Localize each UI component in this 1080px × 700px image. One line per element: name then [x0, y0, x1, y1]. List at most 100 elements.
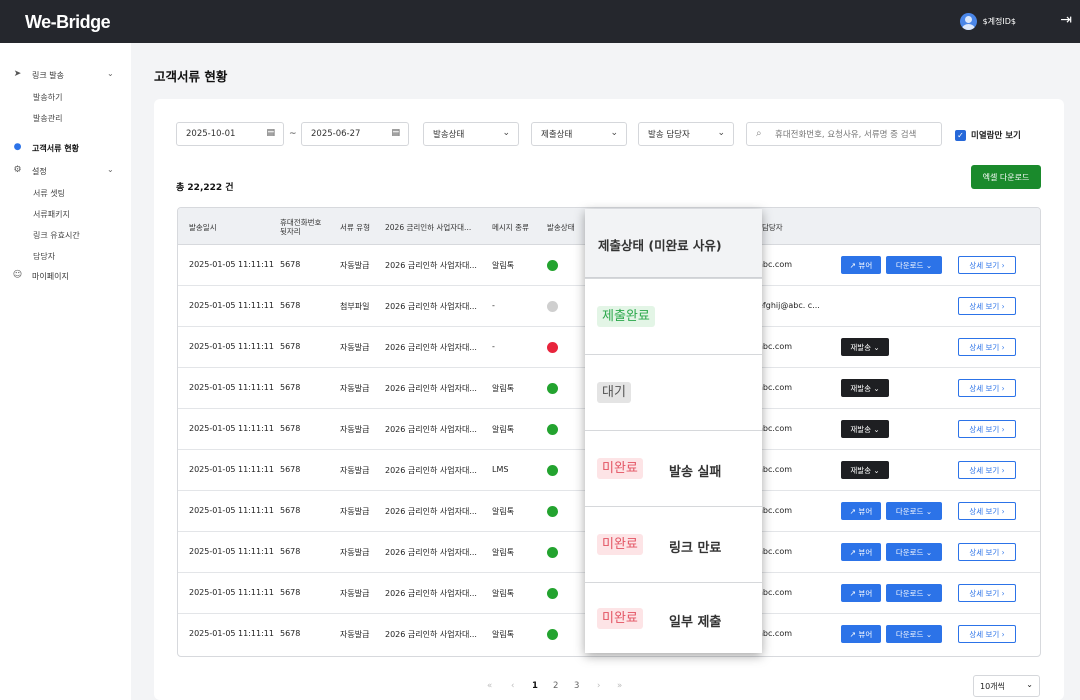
external-link-icon: ↗ — [849, 260, 859, 270]
cell-doc-type: 자동발급 — [340, 589, 370, 598]
check-icon: ✓ — [955, 129, 966, 141]
status-dot — [547, 342, 558, 353]
download-button[interactable]: 다운로드 ⌄ — [886, 584, 942, 602]
user-settings-icon: ☺ — [12, 270, 23, 280]
detail-button[interactable]: 상세 보기 › — [958, 625, 1016, 643]
sidebar-subitem-link-validity[interactable]: 링크 유효시간 — [33, 230, 80, 241]
gear-icon: ⚙ — [13, 165, 22, 175]
chevron-right-icon: › — [999, 342, 1005, 352]
status-dot — [547, 629, 558, 640]
cell-manager: abc.com — [758, 547, 793, 556]
page-1[interactable]: 1 — [532, 681, 538, 691]
chevron-down-icon: ⌄ — [502, 128, 510, 138]
resend-button[interactable]: 재발송 ⌄ — [841, 461, 889, 479]
resend-button[interactable]: 재발송 ⌄ — [841, 338, 889, 356]
download-button[interactable]: 다운로드 ⌄ — [886, 502, 942, 520]
chevron-down-icon: ⌄ — [871, 465, 880, 475]
cell-reason: 2026 금리인하 사업자대... — [385, 466, 477, 475]
chevron-down-icon: ⌄ — [923, 506, 933, 516]
popup-title: 제출상태 (미완료 사유) — [598, 238, 722, 253]
cell-doc-type: 자동발급 — [340, 548, 370, 557]
next-page-button[interactable]: › — [597, 681, 600, 691]
header-reason: 2026 금리인하 사업자대... — [385, 223, 472, 232]
header-sent-at: 발송일시 — [189, 223, 217, 232]
sidebar-subitem-send-manage[interactable]: 발송관리 — [33, 113, 62, 124]
viewer-label: 뷰어 — [858, 547, 873, 557]
header-manager: 담당자 — [762, 223, 783, 232]
chevron-down-icon: ⌄ — [107, 165, 114, 174]
viewer-button[interactable]: ↗ 뷰어 — [841, 625, 881, 643]
cell-manager: abc.com — [758, 465, 793, 474]
viewer-button[interactable]: ↗ 뷰어 — [841, 543, 881, 561]
chevron-down-icon: ⌄ — [871, 342, 880, 352]
search-input[interactable]: ⌕ 휴대전화번호, 요청사유, 서류명 중 검색 — [746, 122, 942, 146]
viewer-label: 뷰어 — [858, 260, 873, 270]
logout-icon[interactable]: ⇥ — [1060, 12, 1072, 28]
sidebar-subitem-send[interactable]: 발송하기 — [33, 92, 62, 103]
logo[interactable]: We-Bridge — [25, 12, 111, 33]
detail-label: 상세 보기 — [969, 465, 1000, 475]
send-status-select[interactable]: 발송상태 ⌄ — [423, 122, 519, 146]
chevron-right-icon: › — [999, 424, 1005, 434]
unread-only-checkbox[interactable]: ✓ 미열람만 보기 — [955, 129, 1021, 141]
status-dot — [547, 301, 558, 312]
chevron-right-icon: › — [999, 260, 1005, 270]
chevron-down-icon: ⌄ — [923, 629, 933, 639]
detail-button[interactable]: 상세 보기 › — [958, 461, 1016, 479]
sidebar-subitem-manager[interactable]: 담당자 — [33, 251, 55, 262]
detail-button[interactable]: 상세 보기 › — [958, 543, 1016, 561]
detail-button[interactable]: 상세 보기 › — [958, 297, 1016, 315]
page-2[interactable]: 2 — [553, 681, 558, 691]
cell-doc-type: 자동발급 — [340, 384, 370, 393]
manager-value: 발송 담당자 — [648, 130, 690, 140]
resend-button[interactable]: 재발송 ⌄ — [841, 379, 889, 397]
date-from-field[interactable]: 2025-10-01 ▤ — [176, 122, 284, 146]
external-link-icon: ↗ — [849, 547, 859, 557]
chevron-down-icon: ⌄ — [107, 69, 114, 78]
prev-page-button[interactable]: ‹ — [511, 681, 514, 691]
viewer-button[interactable]: ↗ 뷰어 — [841, 584, 881, 602]
last-page-button[interactable]: » — [617, 681, 622, 691]
viewer-label: 뷰어 — [858, 506, 873, 516]
cell-phone: 5678 — [280, 301, 301, 310]
sidebar-item-label: 고객서류 현황 — [32, 144, 79, 153]
status-dot — [547, 547, 558, 558]
download-button[interactable]: 다운로드 ⌄ — [886, 625, 942, 643]
viewer-button[interactable]: ↗ 뷰어 — [841, 256, 881, 274]
cell-manager: abc.com — [758, 342, 793, 351]
cell-reason: 2026 금리인하 사업자대... — [385, 302, 477, 311]
popup-item: 미완료 링크 만료 — [585, 506, 762, 582]
detail-button[interactable]: 상세 보기 › — [958, 420, 1016, 438]
chevron-down-icon: ⌄ — [923, 260, 933, 270]
submit-status-select[interactable]: 제출상태 ⌄ — [531, 122, 627, 146]
cell-phone: 5678 — [280, 547, 301, 556]
download-button[interactable]: 다운로드 ⌄ — [886, 543, 942, 561]
sidebar-subitem-doc-setting[interactable]: 서류 셋팅 — [33, 188, 65, 199]
popup-item: 제출완료 — [585, 278, 762, 354]
top-bar: We-Bridge $계정ID$ ⇥ — [0, 0, 1080, 43]
first-page-button[interactable]: « — [487, 681, 492, 691]
cell-manager: abc.com — [758, 260, 793, 269]
chevron-down-icon: ⌄ — [1026, 680, 1033, 689]
detail-label: 상세 보기 — [969, 506, 1000, 516]
page-size-select[interactable]: 10개씩 ⌄ — [973, 675, 1040, 697]
calendar-icon: ▤ — [266, 128, 275, 138]
user-menu[interactable]: $계정ID$ — [959, 13, 1016, 30]
detail-button[interactable]: 상세 보기 › — [958, 502, 1016, 520]
viewer-button[interactable]: ↗ 뷰어 — [841, 502, 881, 520]
page-3[interactable]: 3 — [574, 681, 579, 691]
external-link-icon: ↗ — [849, 506, 859, 516]
manager-select[interactable]: 발송 담당자 ⌄ — [638, 122, 734, 146]
detail-button[interactable]: 상세 보기 › — [958, 379, 1016, 397]
resend-button[interactable]: 재발송 ⌄ — [841, 420, 889, 438]
detail-button[interactable]: 상세 보기 › — [958, 584, 1016, 602]
excel-download-button[interactable]: 엑셀 다운로드 — [971, 165, 1041, 189]
download-button[interactable]: 다운로드 ⌄ — [886, 256, 942, 274]
cell-reason: 2026 금리인하 사업자대... — [385, 507, 477, 516]
chevron-down-icon: ⌄ — [923, 547, 933, 557]
cell-reason: 2026 금리인하 사업자대... — [385, 630, 477, 639]
sidebar-subitem-doc-package[interactable]: 서류패키지 — [33, 209, 70, 220]
detail-button[interactable]: 상세 보기 › — [958, 338, 1016, 356]
detail-button[interactable]: 상세 보기 › — [958, 256, 1016, 274]
date-to-field[interactable]: 2025-06-27 ▤ — [301, 122, 409, 146]
